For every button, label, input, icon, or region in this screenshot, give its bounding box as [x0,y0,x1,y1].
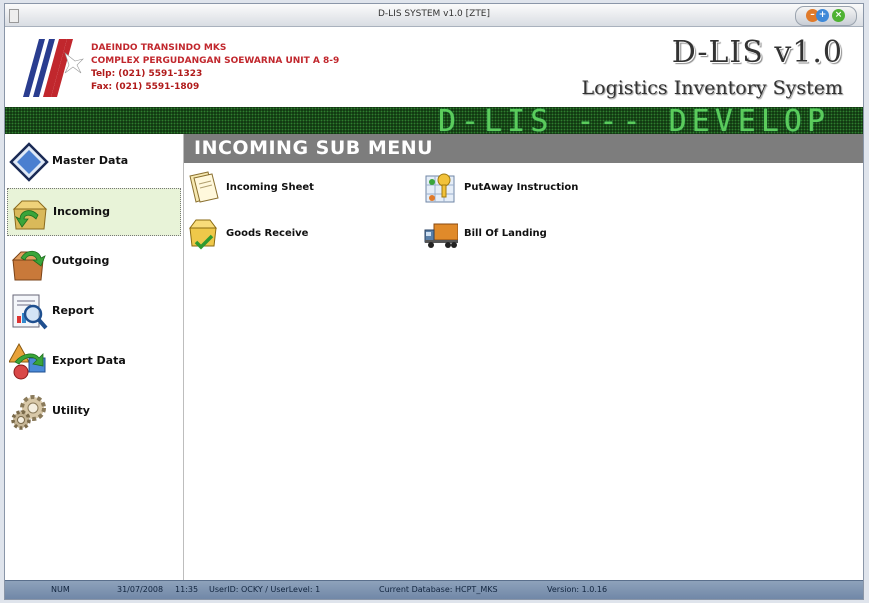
submenu-title: INCOMING SUB MENU [194,137,434,159]
menu-item-label: PutAway Instruction [464,182,579,193]
menu-item-putaway-instruction[interactable]: PutAway Instruction [424,170,624,204]
gears-icon [11,395,46,430]
menu-item-incoming-sheet[interactable]: Incoming Sheet [186,170,366,204]
sidebar-item-label: Master Data [52,154,129,167]
title-bar[interactable]: D-LIS SYSTEM v1.0 [ZTE] – + × [5,4,863,27]
sheet-icon [189,171,219,203]
sidebar-item-utility[interactable]: Utility [7,388,181,436]
submenu-header: INCOMING SUB MENU [184,134,863,163]
app-window: D-LIS SYSTEM v1.0 [ZTE] – + × DAEINDO TR… [4,3,864,600]
status-version: Version: 1.0.16 [547,585,608,594]
sidebar-item-export-data[interactable]: Export Data [7,338,181,386]
close-button[interactable]: × [832,9,845,22]
diamond-icon [9,142,49,182]
company-phone: Telp: (021) 5591-1323 [91,69,203,79]
sidebar-item-label: Incoming [53,205,110,218]
status-user: UserID: OCKY / UserLevel: 1 [209,585,321,594]
incoming-box-icon [12,200,48,230]
sidebar-item-label: Report [52,304,95,317]
menu-item-goods-receive[interactable]: Goods Receive [186,216,366,250]
sidebar-item-outgoing[interactable]: Outgoing [7,238,181,286]
app-header: DAEINDO TRANSINDO MKS COMPLEX PERGUDANGA… [5,27,863,107]
sidebar-item-label: Outgoing [52,254,110,267]
report-magnifier-icon [12,294,48,330]
goods-box-check-icon [189,219,217,250]
status-date: 31/07/2008 [117,585,164,594]
status-database: Current Database: HCPT_MKS [379,585,498,594]
menu-item-label: Incoming Sheet [226,182,314,193]
ticker-text: D-LIS --- DEVELOP [438,107,831,134]
company-name: DAEINDO TRANSINDO MKS [91,43,227,53]
sidebar-item-label: Utility [52,404,90,417]
company-info: DAEINDO TRANSINDO MKS COMPLEX PERGUDANGA… [91,42,339,94]
led-ticker: D-LIS --- DEVELOP [5,107,863,134]
status-bar: NUM 31/07/2008 11:35 UserID: OCKY / User… [5,580,863,599]
status-time: 11:35 [175,585,199,594]
menu-item-bill-of-landing[interactable]: Bill Of Landing [424,216,624,250]
export-data-icon [9,342,46,380]
menu-item-label: Bill Of Landing [464,228,547,239]
putaway-icon [425,173,455,203]
sidebar-item-report[interactable]: Report [7,288,181,336]
window-controls: – + × [795,6,857,26]
app-title: D-LIS v1.0 [671,35,843,70]
sidebar: Master Data Incoming Outgoing Report Exp… [5,134,184,580]
main-panel: INCOMING SUB MENU Incoming Sheet PutAway… [184,134,863,580]
outgoing-box-icon [11,250,46,281]
truck-icon [424,223,458,248]
menu-item-label: Goods Receive [226,228,309,239]
sidebar-item-label: Export Data [52,354,126,367]
sidebar-item-master-data[interactable]: Master Data [7,138,181,186]
sidebar-item-incoming[interactable]: Incoming [7,188,181,236]
app-subtitle: Logistics Inventory System [581,77,843,99]
company-logo [23,39,84,97]
maximize-button[interactable]: + [816,9,829,22]
company-address: COMPLEX PERGUDANGAN SOEWARNA UNIT A 8-9 [91,56,340,66]
window-title: D-LIS SYSTEM v1.0 [ZTE] [377,9,491,19]
company-fax: Fax: (021) 5591-1809 [91,82,200,92]
status-mode: NUM [51,585,70,594]
